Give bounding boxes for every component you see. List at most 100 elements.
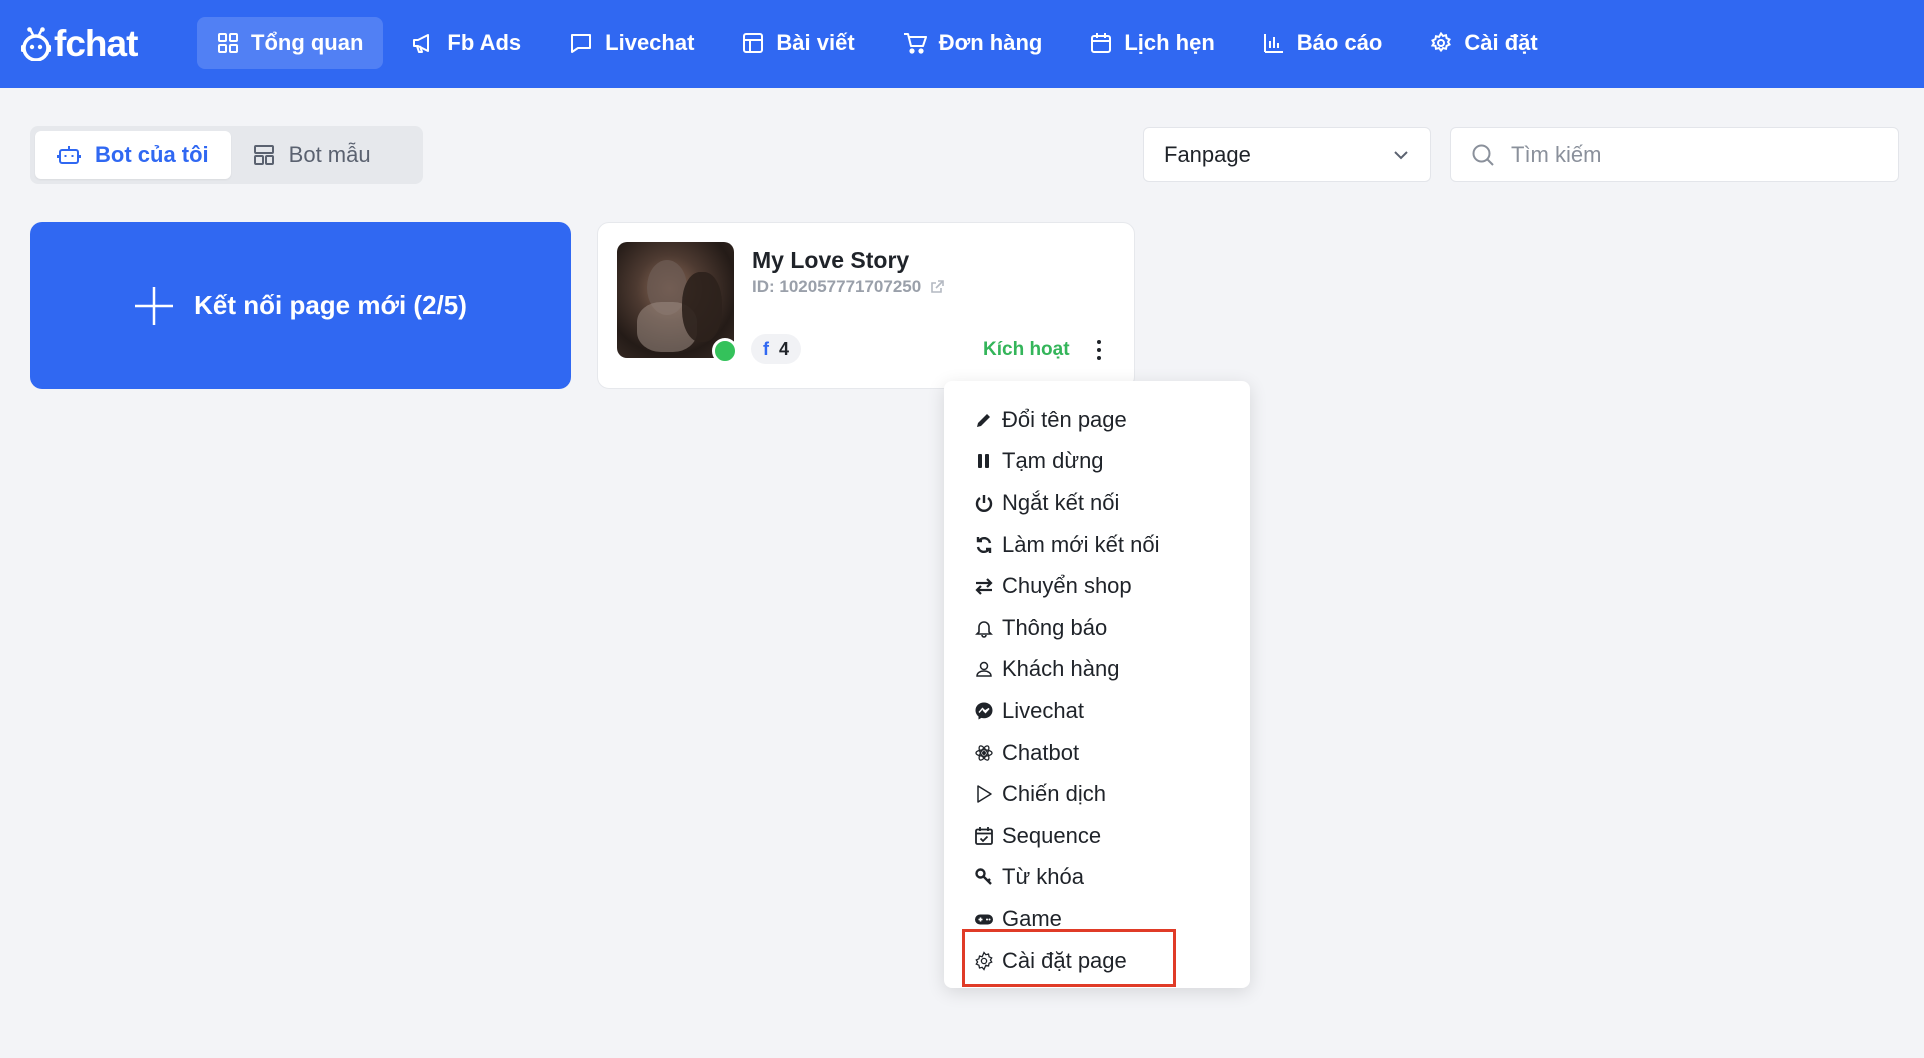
menu-item-label: Tạm dừng bbox=[1002, 448, 1104, 474]
page-name: My Love Story bbox=[752, 247, 910, 273]
nav-item-orders[interactable]: Đơn hàng bbox=[883, 17, 1063, 69]
nav-item-fb-ads[interactable]: Fb Ads bbox=[391, 17, 541, 69]
nav-item-appointments[interactable]: Lịch hẹn bbox=[1070, 17, 1234, 69]
menu-item-keywords[interactable]: Từ khóa bbox=[944, 857, 1250, 899]
menu-item-disconnect[interactable]: Ngắt kết nối bbox=[944, 482, 1250, 524]
main-nav: Tổng quan Fb Ads Livechat Bài viết Đơn h… bbox=[197, 17, 1566, 69]
select-value: Fanpage bbox=[1164, 141, 1251, 167]
template-icon bbox=[253, 145, 274, 165]
menu-item-livechat[interactable]: Livechat bbox=[944, 690, 1250, 732]
nav-item-label: Đơn hàng bbox=[938, 30, 1043, 55]
atom-icon bbox=[975, 744, 993, 761]
play-icon bbox=[977, 785, 992, 803]
menu-item-label: Làm mới kết nối bbox=[1002, 531, 1160, 557]
external-link-icon[interactable] bbox=[929, 279, 945, 295]
nav-item-reports[interactable]: Báo cáo bbox=[1243, 17, 1403, 69]
online-status-dot bbox=[712, 338, 738, 364]
page-id-text: ID: 102057771707250 bbox=[752, 277, 922, 296]
messenger-icon bbox=[975, 702, 993, 720]
page-context-menu: Đổi tên page Tạm dừng Ngắt kết nối Làm m… bbox=[944, 381, 1250, 988]
tab-label: Bot của tôi bbox=[95, 142, 209, 167]
menu-item-refresh-connection[interactable]: Làm mới kết nối bbox=[944, 524, 1250, 566]
facebook-icon: f bbox=[763, 338, 769, 359]
chat-bubble-icon bbox=[571, 34, 592, 53]
fanpage-select[interactable]: Fanpage bbox=[1143, 127, 1431, 182]
bar-chart-icon bbox=[1263, 34, 1283, 53]
nav-item-label: Bài viết bbox=[776, 30, 855, 55]
pause-icon bbox=[978, 454, 989, 469]
menu-item-label: Ngắt kết nối bbox=[1002, 489, 1120, 515]
nav-item-posts[interactable]: Bài viết bbox=[722, 17, 874, 69]
search-box bbox=[1450, 127, 1899, 182]
nav-item-label: Livechat bbox=[605, 30, 695, 55]
page-status[interactable]: Kích hoạt bbox=[983, 339, 1070, 361]
menu-item-pause[interactable]: Tạm dừng bbox=[944, 441, 1250, 483]
nav-item-label: Fb Ads bbox=[447, 30, 522, 55]
connect-new-page-button[interactable]: Kết nối page mới (2/5) bbox=[30, 222, 571, 389]
power-icon bbox=[975, 494, 993, 512]
dot bbox=[1097, 340, 1101, 344]
nav-item-overview[interactable]: Tổng quan bbox=[197, 17, 384, 69]
menu-item-label: Đổi tên page bbox=[1002, 406, 1127, 432]
menu-item-label: Cài đặt page bbox=[1002, 947, 1127, 973]
bell-icon bbox=[975, 621, 993, 638]
tab-my-bots[interactable]: Bot của tôi bbox=[35, 131, 231, 179]
facebook-count-badge: f 4 bbox=[751, 334, 802, 364]
top-navbar: fchat Tổng quan Fb Ads Livechat Bài viết… bbox=[0, 0, 1924, 88]
plus-icon bbox=[135, 286, 174, 325]
menu-item-chatbot[interactable]: Chatbot bbox=[944, 732, 1250, 774]
nav-item-label: Cài đặt bbox=[1464, 30, 1538, 55]
menu-item-page-settings[interactable]: Cài đặt page bbox=[944, 940, 1250, 982]
nav-item-label: Lịch hẹn bbox=[1124, 30, 1215, 55]
tab-template-bots[interactable]: Bot mẫu bbox=[231, 131, 393, 179]
menu-item-label: Sequence bbox=[1002, 822, 1102, 848]
menu-item-label: Chatbot bbox=[1002, 739, 1080, 765]
menu-item-notifications[interactable]: Thông báo bbox=[944, 607, 1250, 649]
layout-icon bbox=[743, 33, 764, 53]
menu-item-customers[interactable]: Khách hàng bbox=[944, 649, 1250, 691]
dot bbox=[1097, 348, 1101, 352]
menu-item-sequence[interactable]: Sequence bbox=[944, 815, 1250, 857]
page-id: ID: 102057771707250 bbox=[752, 277, 945, 297]
more-options-button[interactable] bbox=[1092, 335, 1106, 365]
menu-item-game[interactable]: Game bbox=[944, 898, 1250, 940]
dot bbox=[1097, 356, 1101, 360]
nav-item-label: Tổng quan bbox=[251, 30, 364, 55]
refresh-icon bbox=[976, 536, 992, 553]
connect-label: Kết nối page mới (2/5) bbox=[194, 290, 467, 320]
menu-item-label: Từ khóa bbox=[1002, 864, 1084, 890]
logo-text: fchat bbox=[54, 23, 138, 64]
nav-item-label: Báo cáo bbox=[1296, 30, 1383, 55]
gear-icon bbox=[1431, 32, 1452, 53]
menu-item-campaigns[interactable]: Chiến dịch bbox=[944, 773, 1250, 815]
gamepad-icon bbox=[975, 914, 993, 925]
search-icon bbox=[1472, 144, 1494, 166]
bot-tabs: Bot của tôi Bot mẫu bbox=[30, 126, 423, 184]
user-icon bbox=[976, 662, 992, 678]
search-input[interactable] bbox=[1511, 141, 1871, 168]
fchat-logo[interactable]: fchat bbox=[20, 22, 138, 66]
tab-label: Bot mẫu bbox=[288, 142, 371, 167]
menu-item-label: Khách hàng bbox=[1002, 656, 1120, 682]
menu-item-rename-page[interactable]: Đổi tên page bbox=[944, 399, 1250, 441]
nav-item-settings[interactable]: Cài đặt bbox=[1410, 17, 1557, 69]
dashboard-icon bbox=[218, 33, 238, 53]
robot-logo-icon bbox=[21, 27, 51, 61]
chevron-down-icon bbox=[1394, 151, 1408, 160]
menu-item-label: Chuyển shop bbox=[1002, 573, 1132, 599]
calendar-check-icon bbox=[975, 826, 993, 845]
facebook-count: 4 bbox=[779, 338, 790, 359]
robot-icon bbox=[57, 146, 81, 164]
gear-icon bbox=[975, 950, 993, 971]
menu-item-label: Game bbox=[1002, 905, 1062, 931]
pencil-icon bbox=[977, 413, 990, 427]
page-card[interactable]: My Love Story ID: 102057771707250 f 4 Kí… bbox=[597, 222, 1135, 389]
megaphone-icon bbox=[413, 34, 430, 53]
calendar-icon bbox=[1091, 33, 1112, 53]
nav-item-livechat[interactable]: Livechat bbox=[549, 17, 714, 69]
key-icon bbox=[975, 868, 992, 886]
cart-icon bbox=[903, 33, 927, 54]
menu-item-label: Thông báo bbox=[1002, 614, 1108, 640]
menu-item-switch-shop[interactable]: Chuyển shop bbox=[944, 565, 1250, 607]
swap-icon bbox=[975, 578, 993, 595]
